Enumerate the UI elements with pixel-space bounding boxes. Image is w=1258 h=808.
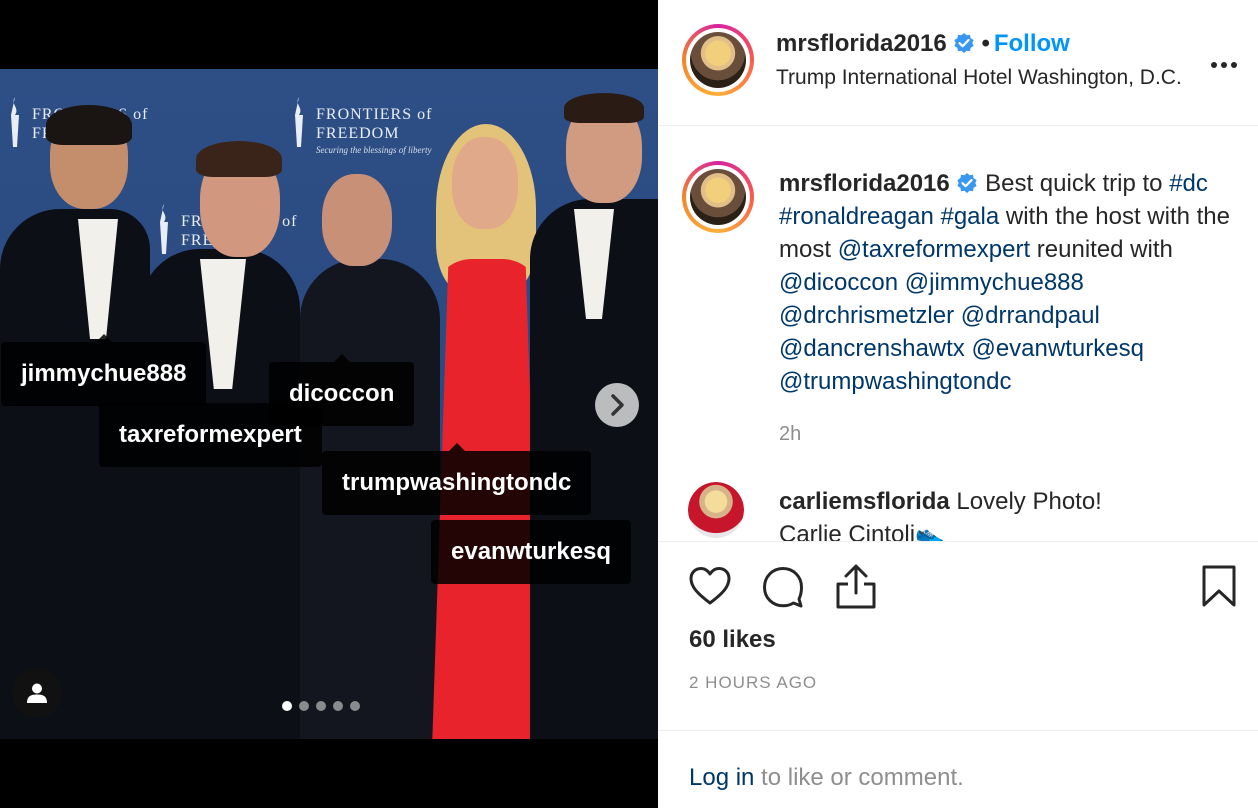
- share-icon: [836, 564, 876, 609]
- post-header: mrsflorida2016 • Follow Trump Internation…: [658, 0, 1258, 126]
- verified-badge-icon: [957, 173, 978, 193]
- user-tag-trumpwashingtondc[interactable]: trumpwashingtondc: [322, 443, 592, 515]
- comment-text: Lovely Photo!: [949, 488, 1102, 515]
- login-prompt-text: to like or comment.: [754, 764, 964, 791]
- comments-section[interactable]: mrsflorida2016 Best quick trip to #dc #r…: [658, 127, 1258, 541]
- carousel-dot: [350, 701, 360, 711]
- action-bar: 60 likes 2 HOURS AGO Log in to like or c…: [658, 541, 1258, 808]
- login-link[interactable]: Log in: [689, 764, 754, 791]
- carousel-dot: [299, 701, 309, 711]
- commenter-avatar[interactable]: [688, 482, 744, 538]
- author-line: mrsflorida2016 • Follow: [776, 30, 1070, 58]
- mention-link[interactable]: @drchrismetzler: [779, 302, 954, 329]
- hashtag-link[interactable]: #dc: [1169, 170, 1208, 197]
- user-tag-evanwturkesq[interactable]: evanwturkesq: [431, 520, 632, 584]
- user-tag-jimmychue888[interactable]: jimmychue888: [1, 334, 207, 406]
- carousel-dot: [333, 701, 343, 711]
- mention-link[interactable]: @taxreformexpert: [838, 236, 1030, 263]
- more-options-button[interactable]: [1210, 50, 1238, 70]
- hashtag-link[interactable]: #ronaldreagan: [779, 203, 934, 230]
- commenter-username[interactable]: carliemsflorida: [779, 488, 950, 515]
- save-button[interactable]: [1201, 564, 1237, 613]
- comment-button[interactable]: [762, 566, 804, 613]
- share-button[interactable]: [834, 563, 878, 614]
- user-tag-icon: [27, 683, 47, 703]
- mention-link[interactable]: @dancrenshawtx: [779, 335, 965, 362]
- comment-text-2: Carlie Cintoli👟: [779, 521, 945, 541]
- separator-dot: •: [981, 30, 990, 57]
- author-username[interactable]: mrsflorida2016: [776, 30, 947, 57]
- post-sidebar: mrsflorida2016 • Follow Trump Internation…: [658, 0, 1258, 808]
- user-tag-taxreformexpert[interactable]: taxreformexpert: [99, 403, 322, 467]
- chevron-right-icon: [611, 394, 624, 416]
- comment: carliemsflorida Lovely Photo! Carlie Cin…: [779, 485, 1239, 541]
- hashtag-link[interactable]: #gala: [940, 203, 999, 230]
- mention-link[interactable]: @drrandpaul: [961, 302, 1100, 329]
- carousel-dot: [316, 701, 326, 711]
- mention-link[interactable]: @evanwturkesq: [971, 335, 1143, 362]
- follow-button[interactable]: Follow: [994, 30, 1070, 57]
- mention-link[interactable]: @jimmychue888: [905, 269, 1084, 296]
- mention-link[interactable]: @dicoccon: [779, 269, 898, 296]
- like-button[interactable]: [688, 566, 732, 611]
- caption-time[interactable]: 2h: [779, 423, 801, 446]
- post-caption: mrsflorida2016 Best quick trip to #dc #r…: [779, 167, 1239, 398]
- carousel-next-button[interactable]: [595, 383, 639, 427]
- torch-icon: [295, 97, 303, 147]
- post-timestamp[interactable]: 2 HOURS AGO: [689, 673, 817, 693]
- caption-text: reunited with: [1030, 236, 1173, 263]
- comment-icon: [763, 567, 803, 608]
- carousel-dot: [282, 701, 292, 711]
- login-prompt: Log in to like or comment.: [658, 730, 1258, 808]
- torch-icon: [11, 97, 19, 147]
- bookmark-icon: [1202, 565, 1236, 607]
- carousel-indicators: [282, 701, 360, 711]
- mention-link[interactable]: @trumpwashingtondc: [779, 368, 1011, 395]
- caption-avatar[interactable]: [682, 161, 754, 233]
- author-avatar[interactable]: [682, 24, 754, 96]
- caption-username[interactable]: mrsflorida2016: [779, 170, 950, 197]
- show-tags-button[interactable]: [12, 668, 62, 718]
- caption-text: Best quick trip to: [978, 170, 1170, 197]
- heart-icon: [689, 567, 731, 605]
- location-link[interactable]: Trump International Hotel Washington, D.…: [776, 66, 1182, 90]
- torch-icon: [160, 204, 168, 254]
- more-icon: [1211, 62, 1237, 68]
- likes-count[interactable]: 60 likes: [689, 626, 776, 654]
- verified-badge-icon: [954, 33, 975, 53]
- post-media: FRONTIERS ofFREEDOM FRONTIERS ofFREEDOM …: [0, 0, 658, 808]
